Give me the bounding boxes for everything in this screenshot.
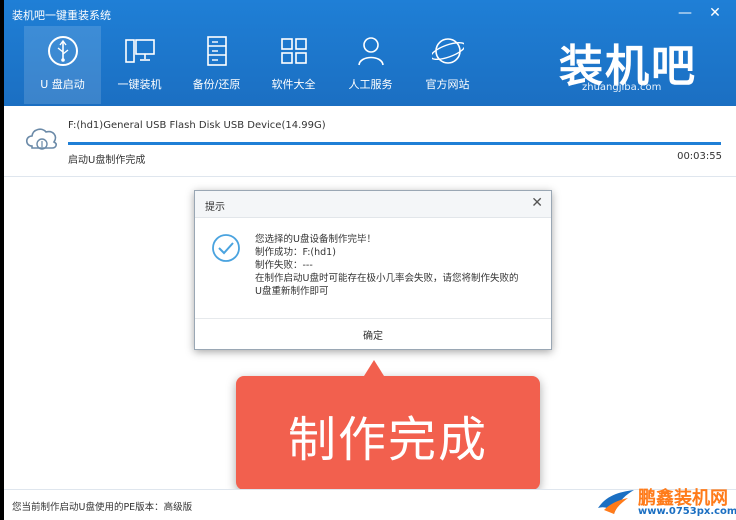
dialog-line: 制作成功：F:(hd1) xyxy=(255,247,336,258)
watermark-url: www.0753px.com xyxy=(638,506,736,517)
bird-logo-icon xyxy=(598,490,634,514)
globe-icon xyxy=(432,38,464,64)
nav-item-usb-boot[interactable]: U 盘启动 xyxy=(24,26,101,104)
divider xyxy=(4,176,736,177)
dialog-line: 在制作启动U盘时可能存在极小几率会失败，请您将制作失败的 xyxy=(255,273,519,284)
nav-label: 一键装机 xyxy=(117,78,162,91)
computer-icon xyxy=(125,39,155,63)
nav-item-official-site[interactable]: 官方网站 xyxy=(409,26,486,104)
dialog-line: U盘重新制作即可 xyxy=(255,286,329,297)
window-title: 装机吧一键重装系统 xyxy=(12,9,111,22)
check-circle-icon xyxy=(212,234,240,262)
ok-button[interactable]: 确定 xyxy=(195,327,551,342)
dialog-footer: 确定 xyxy=(195,318,551,349)
dialog-message: 您选择的U盘设备制作完毕！ 制作成功：F:(hd1) 制作失败：--- 在制作启… xyxy=(255,233,518,298)
prompt-dialog: 提示 ✕ 您选择的U盘设备制作完毕！ 制作成功：F:(hd1) 制作失败：---… xyxy=(194,190,552,350)
nav-label: 备份/还原 xyxy=(192,78,241,91)
cloud-icon xyxy=(25,128,57,150)
dialog-header: 提示 ✕ xyxy=(195,191,551,218)
callout-bubble: 制作完成 xyxy=(236,360,540,490)
device-row: F:(hd1)General USB Flash Disk USB Device… xyxy=(4,106,736,176)
device-status: 启动U盘制作完成 xyxy=(68,155,146,166)
nav-item-manual-service[interactable]: 人工服务 xyxy=(332,26,409,104)
close-button[interactable]: ✕ xyxy=(704,4,726,22)
usb-icon xyxy=(48,36,78,66)
main-nav: U 盘启动 一键装机 备份/还原 软件大全 人工服务 官方网站 xyxy=(24,26,486,104)
dialog-title: 提示 xyxy=(205,202,225,213)
elapsed-time: 00:03:55 xyxy=(677,151,722,162)
nav-label: U 盘启动 xyxy=(40,78,85,91)
app-window: 装机吧一键重装系统 — ✕ U 盘启动 一键装机 备份/还原 软件大全 人工服务… xyxy=(4,0,736,520)
user-icon xyxy=(358,37,384,66)
watermark: 鹏鑫装机网 www.0753px.com xyxy=(596,484,736,520)
dialog-line: 制作失败：--- xyxy=(255,260,313,271)
device-name: F:(hd1)General USB Flash Disk USB Device… xyxy=(68,120,326,131)
callout-text: 制作完成 xyxy=(287,412,488,468)
nav-item-backup-restore[interactable]: 备份/还原 xyxy=(178,26,255,104)
minimize-button[interactable]: — xyxy=(674,4,696,22)
nav-label: 人工服务 xyxy=(348,78,393,91)
nav-label: 软件大全 xyxy=(271,78,316,91)
nav-label: 官方网站 xyxy=(425,78,470,91)
dialog-close-button[interactable]: ✕ xyxy=(531,195,543,211)
dialog-line: 您选择的U盘设备制作完毕！ xyxy=(255,234,376,245)
grid-icon xyxy=(281,38,307,64)
server-icon xyxy=(207,36,227,66)
brand-url: zhuangjiba.com xyxy=(582,82,662,93)
title-bar: 装机吧一键重装系统 — ✕ U 盘启动 一键装机 备份/还原 软件大全 人工服务… xyxy=(4,0,736,106)
pe-version-text: 您当前制作启动U盘使用的PE版本：高级版 xyxy=(12,502,193,513)
nav-item-software[interactable]: 软件大全 xyxy=(255,26,332,104)
progress-bar xyxy=(68,142,721,145)
nav-item-one-click-install[interactable]: 一键装机 xyxy=(101,26,178,104)
